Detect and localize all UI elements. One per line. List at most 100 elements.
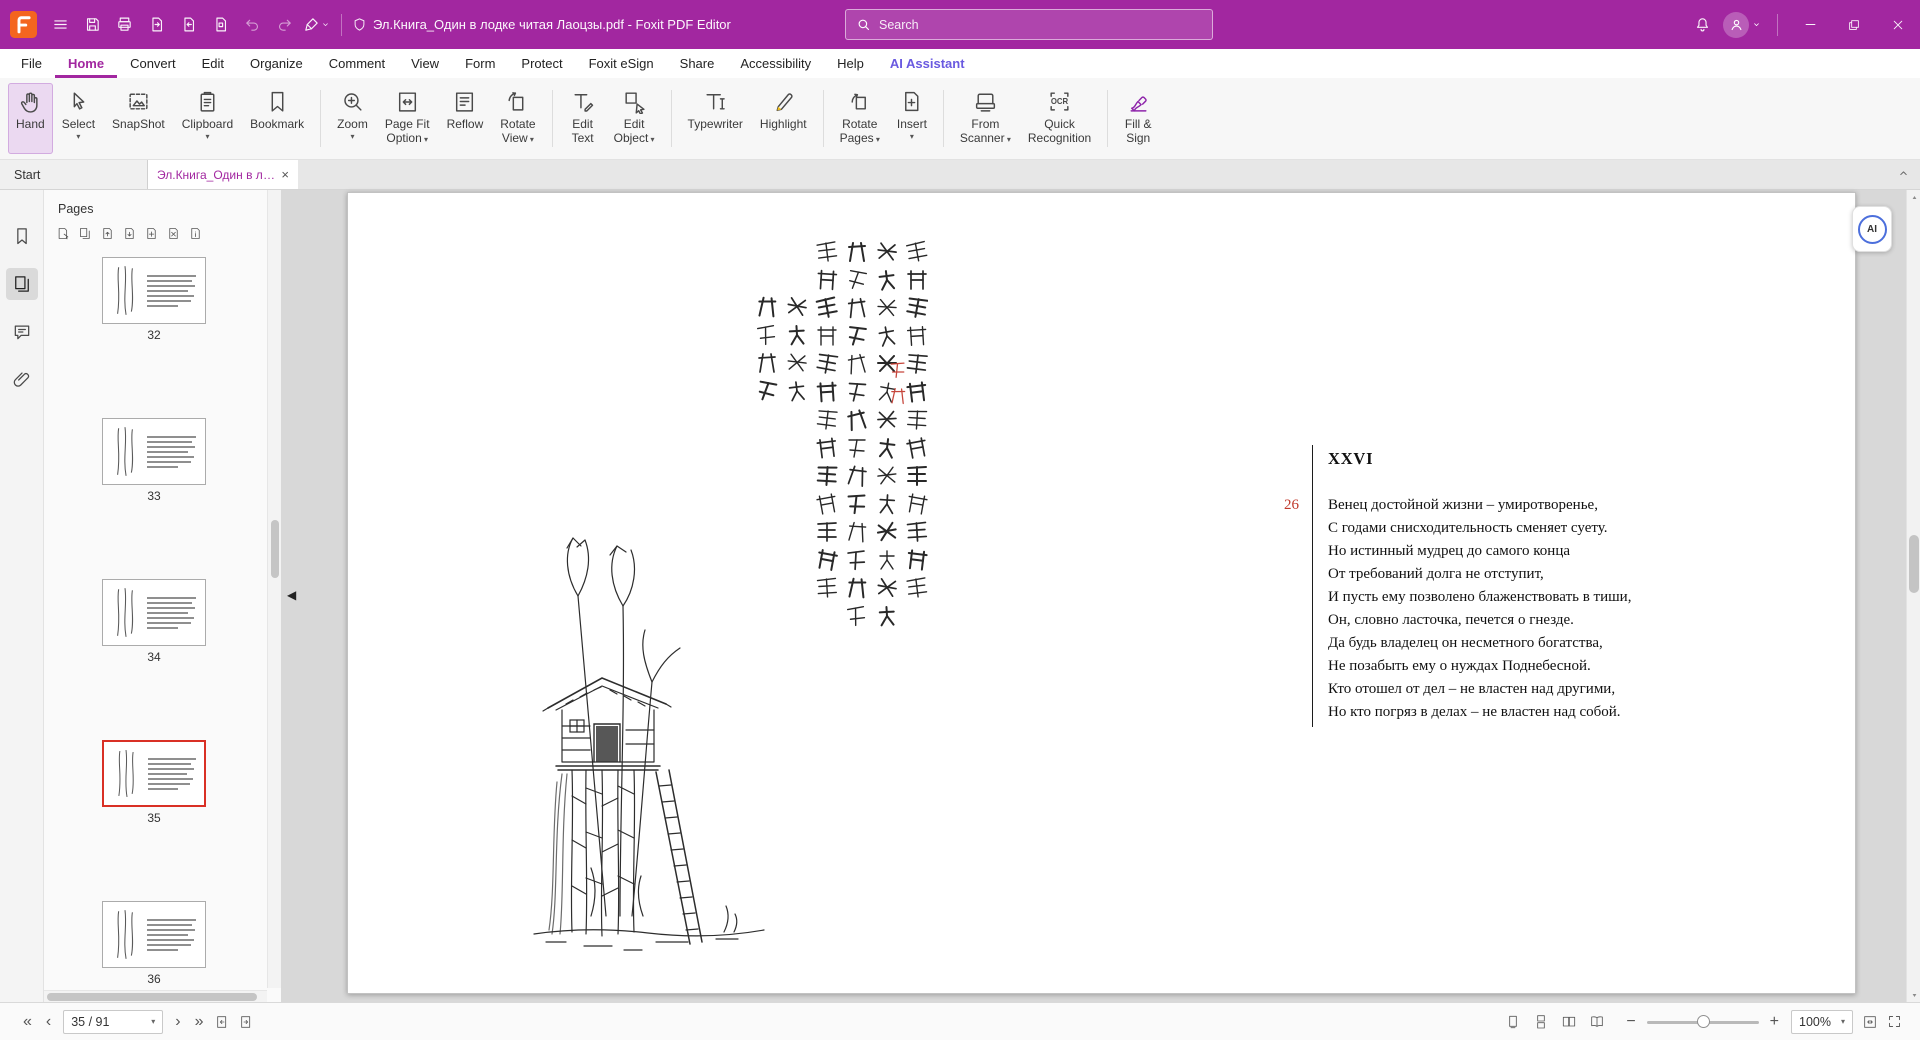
panel-tab-comments[interactable] [6, 316, 38, 348]
previous-page-button[interactable]: ‹ [39, 1014, 58, 1030]
zoom-slider[interactable] [1647, 1010, 1759, 1034]
ai-assistant-widget[interactable]: AI [1852, 206, 1892, 252]
panel-tab-attachments[interactable] [6, 364, 38, 396]
tab-document[interactable]: Эл.Книга_Один в ло... × [148, 160, 298, 189]
quick-recognition-button[interactable]: OCRQuickRecognition [1020, 83, 1099, 154]
zoom-button[interactable]: Zoom▾ [329, 83, 376, 154]
menu-button[interactable] [45, 10, 75, 40]
menu-protect[interactable]: Protect [508, 49, 575, 78]
insert-page-button[interactable] [142, 224, 161, 243]
next-page-button[interactable]: › [168, 1014, 187, 1030]
typewriter-button[interactable]: Typewriter [680, 83, 751, 154]
zoom-level-field[interactable]: 100% ▾ [1791, 1010, 1853, 1034]
menu-convert[interactable]: Convert [117, 49, 189, 78]
edit-object-button[interactable]: EditObject ▾ [606, 83, 663, 154]
panel-tab-pages[interactable] [6, 268, 38, 300]
menu-edit[interactable]: Edit [189, 49, 237, 78]
snapshot-button[interactable]: SnapShot [104, 83, 173, 154]
page-thumbnail-34[interactable] [102, 579, 206, 646]
menu-help[interactable]: Help [824, 49, 877, 78]
scrollbar-thumb[interactable] [271, 520, 279, 578]
tab-start-label: Start [14, 168, 40, 182]
menu-organize[interactable]: Organize [237, 49, 316, 78]
clipboard-button[interactable]: Clipboard▾ [174, 83, 241, 154]
next-view-button[interactable] [234, 1010, 258, 1034]
collapse-ribbon-button[interactable] [1897, 167, 1910, 185]
search-input[interactable] [879, 18, 1202, 32]
brush-button[interactable] [301, 10, 331, 40]
menu-view[interactable]: View [398, 49, 452, 78]
fit-page-button[interactable] [1858, 1010, 1882, 1034]
bookmark-button[interactable]: Bookmark [242, 83, 312, 154]
menu-accessibility[interactable]: Accessibility [727, 49, 824, 78]
poem-rule [1312, 445, 1313, 727]
menu-home[interactable]: Home [55, 49, 117, 78]
edit-text-button[interactable]: EditText [561, 83, 605, 154]
close-button[interactable] [1876, 0, 1920, 49]
save-button[interactable] [77, 10, 107, 40]
zoom-slider-thumb[interactable] [1697, 1015, 1710, 1028]
zoom-out-button[interactable]: − [1619, 1014, 1642, 1030]
scrollbar-thumb[interactable] [1909, 535, 1919, 593]
scroll-up-icon[interactable] [1907, 190, 1920, 204]
zoom-in-button[interactable]: + [1763, 1014, 1786, 1030]
redo-button[interactable] [269, 10, 299, 40]
copy-page-button[interactable] [76, 224, 95, 243]
rotate-pages-button[interactable]: RotatePages ▾ [832, 83, 888, 154]
doc-export-button[interactable] [141, 10, 171, 40]
first-page-button[interactable]: « [16, 1014, 39, 1030]
delete-page-button[interactable] [164, 224, 183, 243]
page-number-field[interactable]: 35 / 91 ▾ [63, 1010, 163, 1034]
print-button[interactable] [109, 10, 139, 40]
panel-collapse-handle[interactable]: ◀ [287, 588, 296, 602]
menu-comment[interactable]: Comment [316, 49, 398, 78]
move-page-down-button[interactable] [120, 224, 139, 243]
tab-close-icon[interactable]: × [281, 168, 289, 181]
highlight-button[interactable]: Highlight [752, 83, 815, 154]
page-fit-option-button[interactable]: Page FitOption ▾ [377, 83, 438, 154]
page-thumbnail-35[interactable] [102, 740, 206, 807]
view-mode-facing-button[interactable] [1557, 1010, 1581, 1034]
move-page-up-button[interactable] [98, 224, 117, 243]
maximize-button[interactable] [1832, 0, 1876, 49]
menu-form[interactable]: Form [452, 49, 508, 78]
thumbnail-number: 32 [102, 328, 206, 342]
page-thumbnail-32[interactable] [102, 257, 206, 324]
scrollbar-thumb[interactable] [47, 993, 257, 1001]
rotate-view-button[interactable]: RotateView ▾ [492, 83, 543, 154]
menu-foxit-esign[interactable]: Foxit eSign [576, 49, 667, 78]
page-properties-button[interactable] [186, 224, 205, 243]
pages-panel-scrollbar[interactable] [267, 190, 281, 988]
minimize-button[interactable] [1788, 0, 1832, 49]
page-thumbnail-36[interactable] [102, 901, 206, 968]
hand-button[interactable]: Hand [8, 83, 53, 154]
fill-sign-label: Fill &Sign [1125, 118, 1152, 145]
reflow-button[interactable]: Reflow [439, 83, 492, 154]
select-button[interactable]: Select▾ [54, 83, 103, 154]
panel-tab-bookmarks[interactable] [6, 220, 38, 252]
select-pages-button[interactable] [54, 224, 73, 243]
fullscreen-button[interactable] [1882, 1010, 1906, 1034]
menu-file[interactable]: File [8, 49, 55, 78]
notifications-bell-button[interactable] [1687, 10, 1717, 40]
menu-share[interactable]: Share [667, 49, 728, 78]
account-button[interactable] [1723, 12, 1761, 38]
view-mode-single-button[interactable] [1501, 1010, 1525, 1034]
menu-ai-assistant[interactable]: AI Assistant [877, 49, 978, 78]
undo-button[interactable] [237, 10, 267, 40]
pages-panel-hscrollbar[interactable] [44, 990, 267, 1002]
from-scanner-button[interactable]: FromScanner ▾ [952, 83, 1019, 154]
page-thumbnail-33[interactable] [102, 418, 206, 485]
view-mode-continuous-button[interactable] [1529, 1010, 1553, 1034]
doc-convert-button[interactable] [205, 10, 235, 40]
fill-sign-button[interactable]: Fill &Sign [1116, 83, 1160, 154]
doc-import-button[interactable] [173, 10, 203, 40]
scroll-down-icon[interactable] [1907, 988, 1920, 1002]
document-scrollbar[interactable] [1906, 190, 1920, 1002]
view-mode-book-button[interactable] [1585, 1010, 1609, 1034]
last-page-button[interactable]: » [188, 1014, 211, 1030]
insert-button[interactable]: Insert▾ [889, 83, 935, 154]
search-box[interactable] [845, 9, 1213, 40]
previous-view-button[interactable] [210, 1010, 234, 1034]
tab-start[interactable]: Start [0, 160, 148, 189]
